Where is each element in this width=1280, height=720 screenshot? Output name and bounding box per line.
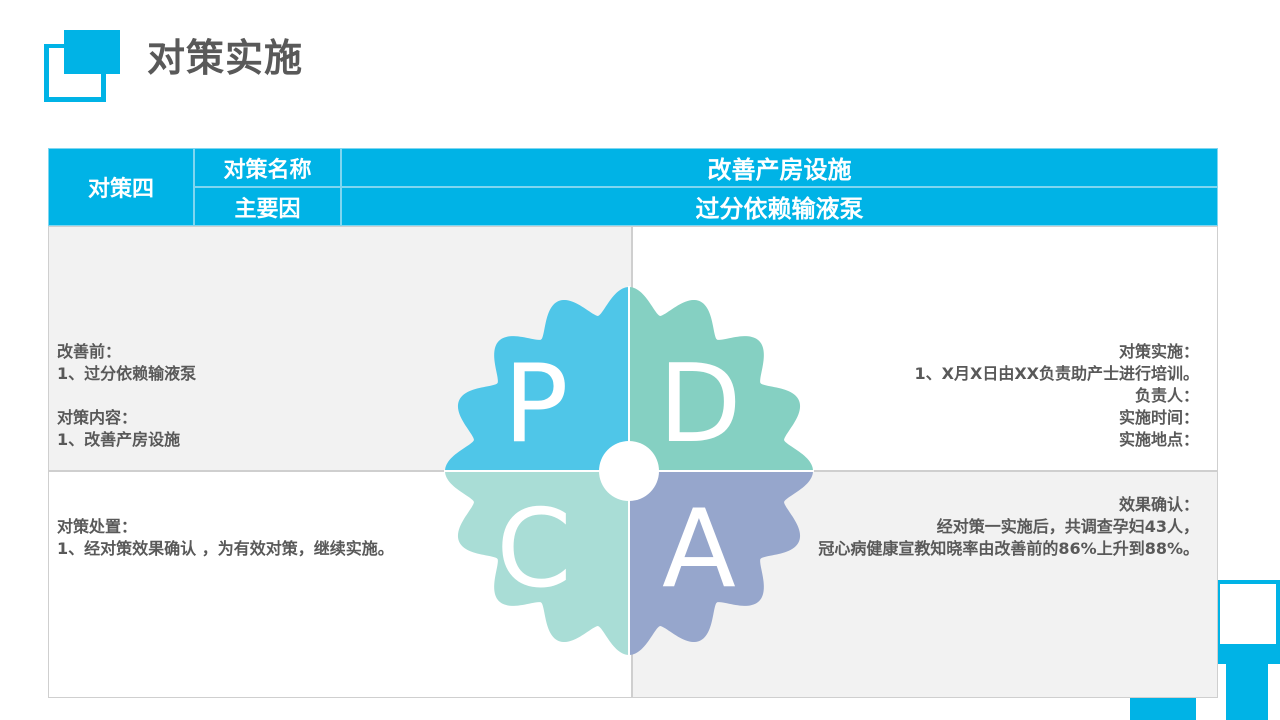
main-cause-value: 过分依赖输液泵 [341, 187, 1218, 226]
pdca-gear-diagram: P D C A [444, 286, 814, 656]
countermeasure-label: 对策四 [48, 148, 194, 226]
pdca-letter-d: D [658, 342, 741, 467]
pdca-letter-c: C [496, 487, 571, 612]
page-title: 对策实施 [147, 36, 304, 80]
title-decoration-squares [44, 30, 120, 102]
pdca-center-circle [599, 441, 659, 501]
pdca-letter-a: A [662, 487, 736, 612]
main-cause-key: 主要因 [194, 187, 341, 226]
pdca-letter-p: P [503, 342, 568, 467]
countermeasure-name-value: 改善产房设施 [341, 148, 1218, 187]
countermeasure-name-key: 对策名称 [194, 148, 341, 187]
